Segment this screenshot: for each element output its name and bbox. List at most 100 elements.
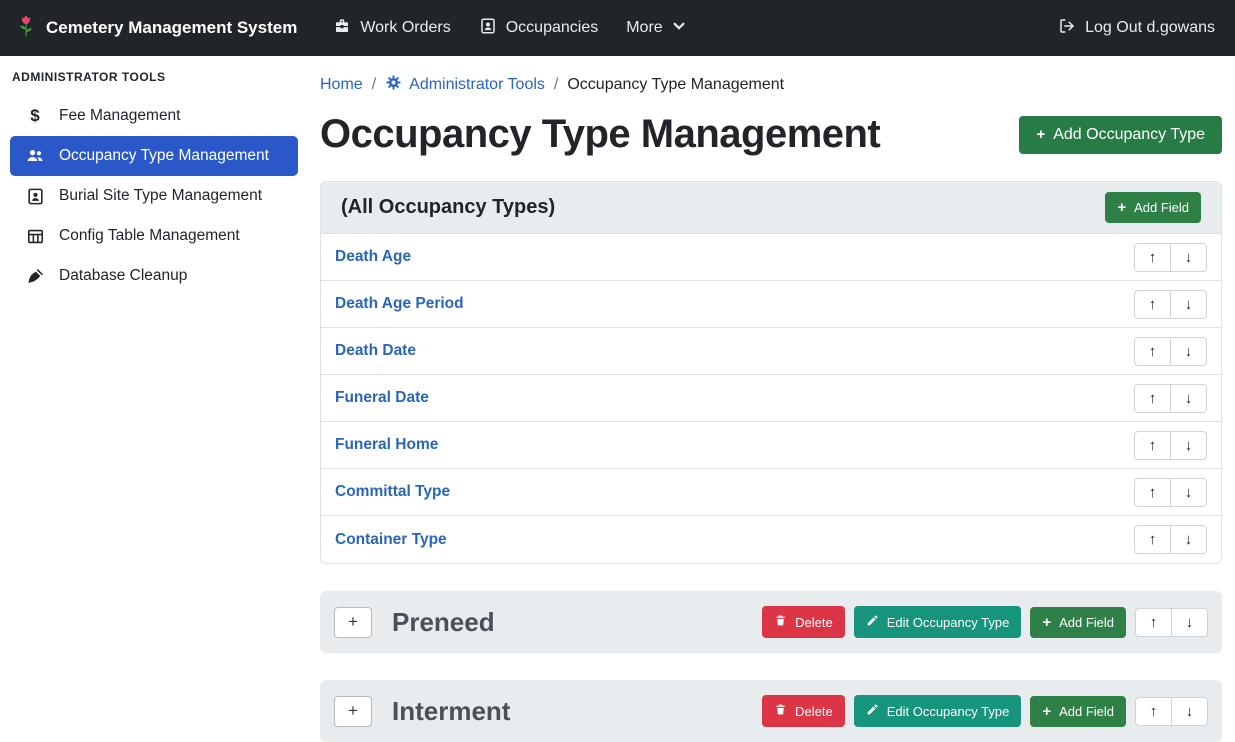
delete-button[interactable]: Delete <box>762 606 845 638</box>
add-field-button[interactable]: + Add Field <box>1105 192 1201 223</box>
move-down-button[interactable]: ↓ <box>1170 525 1207 554</box>
move-up-button[interactable]: ↑ <box>1135 697 1172 726</box>
reorder-group: ↑ ↓ <box>1134 290 1207 319</box>
move-up-button[interactable]: ↑ <box>1134 525 1171 554</box>
page-title: Occupancy Type Management <box>320 112 880 157</box>
delete-button[interactable]: Delete <box>762 695 845 727</box>
edit-occupancy-type-button[interactable]: Edit Occupancy Type <box>854 695 1022 727</box>
move-up-button[interactable]: ↑ <box>1134 290 1171 319</box>
navbar-links: Work Orders Occupancies More <box>319 9 699 48</box>
table-icon <box>24 227 46 246</box>
logout-button[interactable]: Log Out d.gowans <box>1054 9 1219 48</box>
section-title: Interment <box>392 696 510 727</box>
pencil-icon <box>866 703 879 719</box>
field-link[interactable]: Container Type <box>335 531 447 549</box>
move-down-button[interactable]: ↓ <box>1171 608 1208 637</box>
sidebar-item-occupancy-type-management[interactable]: Occupancy Type Management <box>10 136 298 176</box>
move-up-button[interactable]: ↑ <box>1134 478 1171 507</box>
nav-item-label: More <box>626 19 662 37</box>
title-row: Occupancy Type Management + Add Occupanc… <box>320 112 1222 157</box>
move-down-button[interactable]: ↓ <box>1170 478 1207 507</box>
move-up-button[interactable]: ↑ <box>1135 608 1172 637</box>
delete-label: Delete <box>795 615 833 630</box>
field-link[interactable]: Death Age Period <box>335 295 464 313</box>
nav-item-occupancies[interactable]: Occupancies <box>465 9 613 48</box>
sidebar-item-label: Fee Management <box>59 107 181 125</box>
move-down-button[interactable]: ↓ <box>1170 243 1207 272</box>
delete-label: Delete <box>795 704 833 719</box>
breadcrumb: Home / Administrator Tools / Occupancy T… <box>320 74 1222 96</box>
plus-icon: + <box>1117 200 1126 215</box>
edit-occupancy-type-label: Edit Occupancy Type <box>887 704 1010 719</box>
add-field-label: Add Field <box>1059 704 1114 719</box>
arrow-up-icon: ↑ <box>1150 614 1158 631</box>
broom-icon <box>24 267 46 286</box>
reorder-group: ↑ ↓ <box>1135 608 1208 637</box>
nav-item-more[interactable]: More <box>612 11 699 46</box>
field-row-death-age-period: Death Age Period ↑ ↓ <box>321 281 1221 328</box>
move-up-button[interactable]: ↑ <box>1134 243 1171 272</box>
move-up-button[interactable]: ↑ <box>1134 337 1171 366</box>
arrow-up-icon: ↑ <box>1149 531 1157 548</box>
section-actions: Delete Edit Occupancy Type + Add Field ↑… <box>762 695 1208 727</box>
sidebar-item-label: Occupancy Type Management <box>59 147 269 165</box>
edit-occupancy-type-button[interactable]: Edit Occupancy Type <box>854 606 1022 638</box>
dollar-icon: $ <box>24 106 46 126</box>
field-link[interactable]: Funeral Date <box>335 389 429 407</box>
add-occupancy-type-button[interactable]: + Add Occupancy Type <box>1019 116 1222 154</box>
expand-button[interactable]: + <box>334 607 372 638</box>
field-link[interactable]: Death Date <box>335 342 416 360</box>
arrow-down-icon: ↓ <box>1185 437 1193 454</box>
sidebar-item-config-table-management[interactable]: Config Table Management <box>10 216 298 256</box>
expand-button[interactable]: + <box>334 696 372 727</box>
arrow-up-icon: ↑ <box>1149 296 1157 313</box>
add-field-button[interactable]: + Add Field <box>1030 696 1126 727</box>
add-field-button[interactable]: + Add Field <box>1030 607 1126 638</box>
breadcrumb-admin-tools-link[interactable]: Administrator Tools <box>385 74 545 96</box>
reorder-group: ↑ ↓ <box>1134 337 1207 366</box>
sidebar-item-database-cleanup[interactable]: Database Cleanup <box>10 256 298 296</box>
plus-icon: + <box>1042 615 1051 630</box>
move-down-button[interactable]: ↓ <box>1170 290 1207 319</box>
reorder-group: ↑ ↓ <box>1134 243 1207 272</box>
main-content: Home / Administrator Tools / Occupancy T… <box>308 56 1235 742</box>
top-navbar: Cemetery Management System Work Orders O… <box>0 0 1235 56</box>
move-up-button[interactable]: ↑ <box>1134 431 1171 460</box>
sidebar: ADMINISTRATOR TOOLS $ Fee Management Occ… <box>0 56 308 738</box>
section-preneed: + Preneed Delete Edit Occupancy Typ <box>320 591 1222 653</box>
sidebar-item-burial-site-type-management[interactable]: Burial Site Type Management <box>10 176 298 216</box>
arrow-up-icon: ↑ <box>1149 484 1157 501</box>
nav-item-work-orders[interactable]: Work Orders <box>319 9 464 48</box>
move-up-button[interactable]: ↑ <box>1134 384 1171 413</box>
plus-icon: + <box>1036 127 1045 142</box>
field-row-funeral-home: Funeral Home ↑ ↓ <box>321 422 1221 469</box>
section-title: Preneed <box>392 607 495 638</box>
move-down-button[interactable]: ↓ <box>1171 697 1208 726</box>
field-row-committal-type: Committal Type ↑ ↓ <box>321 469 1221 516</box>
sidebar-item-label: Config Table Management <box>59 227 240 245</box>
trash-icon <box>774 614 787 630</box>
breadcrumb-separator: / <box>372 76 376 94</box>
arrow-down-icon: ↓ <box>1185 390 1193 407</box>
arrow-down-icon: ↓ <box>1186 703 1194 720</box>
field-row-funeral-date: Funeral Date ↑ ↓ <box>321 375 1221 422</box>
arrow-up-icon: ↑ <box>1149 343 1157 360</box>
portrait-icon <box>24 187 46 206</box>
field-link[interactable]: Funeral Home <box>335 436 438 454</box>
sidebar-item-fee-management[interactable]: $ Fee Management <box>10 96 298 136</box>
gear-icon <box>385 74 402 96</box>
arrow-up-icon: ↑ <box>1149 249 1157 266</box>
plus-icon: + <box>348 612 358 632</box>
move-down-button[interactable]: ↓ <box>1170 431 1207 460</box>
move-down-button[interactable]: ↓ <box>1170 384 1207 413</box>
field-link[interactable]: Death Age <box>335 248 411 266</box>
arrow-down-icon: ↓ <box>1185 343 1193 360</box>
app-brand[interactable]: Cemetery Management System <box>16 14 297 43</box>
move-down-button[interactable]: ↓ <box>1170 337 1207 366</box>
reorder-group: ↑ ↓ <box>1135 697 1208 726</box>
arrow-down-icon: ↓ <box>1185 249 1193 266</box>
breadcrumb-home-link[interactable]: Home <box>320 76 363 94</box>
field-link[interactable]: Committal Type <box>335 483 450 501</box>
plus-icon: + <box>348 701 358 721</box>
portrait-icon <box>479 17 497 40</box>
